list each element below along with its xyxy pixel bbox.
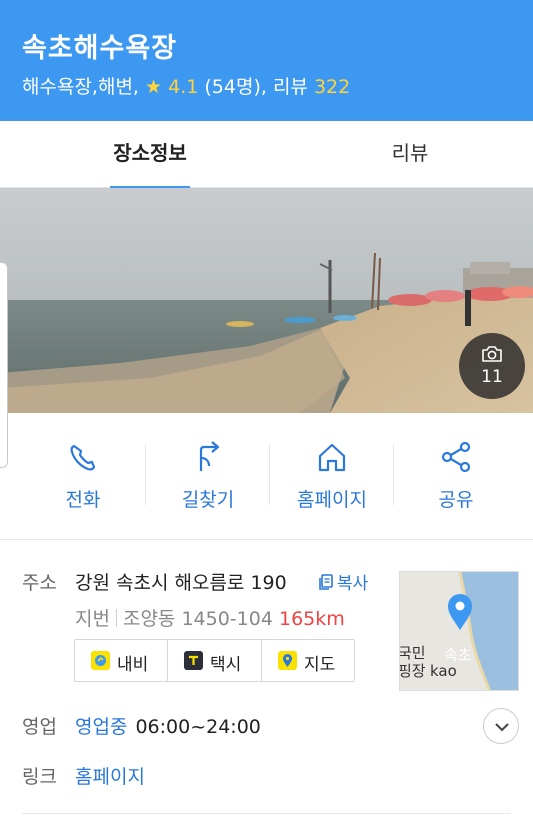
star-icon: ★ [145,76,163,98]
tab-place-info[interactable]: 장소정보 [100,121,200,189]
address-value: 강원 속초시 해오름로 190 [75,572,287,594]
map-button[interactable]: 지도 [262,640,354,681]
tab-bar: 장소정보 리뷰 [0,121,533,189]
map-text-1: 국민 [400,644,426,662]
homepage-label: 홈페이지 [297,489,367,511]
navi-label: 내비 [117,655,149,675]
place-title: 속초해수욕장 [22,33,178,64]
jibun-label: 지번 [75,608,110,630]
review-label[interactable]: 리뷰 [273,76,308,98]
camera-icon [482,346,502,362]
distance-value: 165km [278,608,345,630]
mini-map[interactable]: 국민 핑장 kao 속초 [399,571,519,691]
action-bar: 전화 길찾기 홈페이지 공유 [0,413,533,540]
place-subtitle: 해수욕장,해변, ★ 4.1 (54명), 리뷰 322 [22,72,350,99]
homepage-button[interactable]: 홈페이지 [270,413,394,540]
tab-reviews[interactable]: 리뷰 [360,121,460,188]
map-label: 지도 [304,655,336,675]
rating-count: (54명) [204,76,261,98]
map-text-4: 속초 [444,646,472,664]
hours-row: 영업중 06:00~24:00 [75,712,261,739]
mini-map-illustration: 국민 핑장 kao 속초 [400,572,518,690]
directions-button[interactable]: 길찾기 [146,413,270,540]
place-info-section: 주소 강원 속초시 해오름로 190 복사 지번 조양동 1450-104 165… [0,540,533,822]
place-category: 해수욕장,해변, [22,76,139,98]
navigation-button-group: 내비 택시 지도 [74,639,355,682]
taxi-button[interactable]: 택시 [168,640,261,681]
review-count[interactable]: 322 [314,76,350,98]
share-icon [441,441,471,473]
navi-button[interactable]: 내비 [75,640,167,681]
place-photo[interactable]: 11 [0,188,533,413]
directions-icon [199,441,220,471]
map-text-2: 핑장 [400,662,426,680]
tab-label: 장소정보 [113,141,187,165]
share-label: 공유 [438,489,474,511]
beach-photo-illustration [0,188,533,413]
phone-icon [70,444,96,471]
taxi-label: 택시 [210,655,242,675]
review-separator: , [260,76,267,98]
chevron-down-icon [495,723,509,732]
place-header: 속초해수욕장 해수욕장,해변, ★ 4.1 (54명), 리뷰 322 [0,0,533,121]
tab-label: 리뷰 [391,141,429,165]
map-text-3: kao [430,662,457,680]
hours-time: 06:00~24:00 [135,716,261,738]
photo-count: 11 [481,367,503,387]
map-pin-icon [278,651,297,670]
copy-label: 복사 [337,574,369,594]
share-button[interactable]: 공유 [394,413,518,540]
photo-count-badge[interactable]: 11 [459,333,525,399]
call-label: 전화 [65,489,101,511]
jibun-address: 조양동 1450-104 [122,608,273,630]
divider [115,609,117,627]
copy-icon [319,574,333,590]
taxi-icon [184,651,203,670]
address-label: 주소 [22,572,57,594]
call-button[interactable]: 전화 [21,413,145,540]
hours-label: 영업 [22,716,57,738]
rating-value: 4.1 [168,76,199,98]
copy-address-button[interactable]: 복사 [318,569,368,594]
expand-hours-button[interactable] [483,708,519,744]
divider [22,813,511,814]
jibun-row: 지번 조양동 1450-104 165km [75,604,345,631]
hours-status: 영업중 [75,716,128,738]
navi-icon [91,651,110,670]
homepage-link[interactable]: 홈페이지 [75,762,145,789]
home-icon [318,443,346,472]
directions-label: 길찾기 [181,489,235,511]
link-label: 링크 [22,766,57,788]
